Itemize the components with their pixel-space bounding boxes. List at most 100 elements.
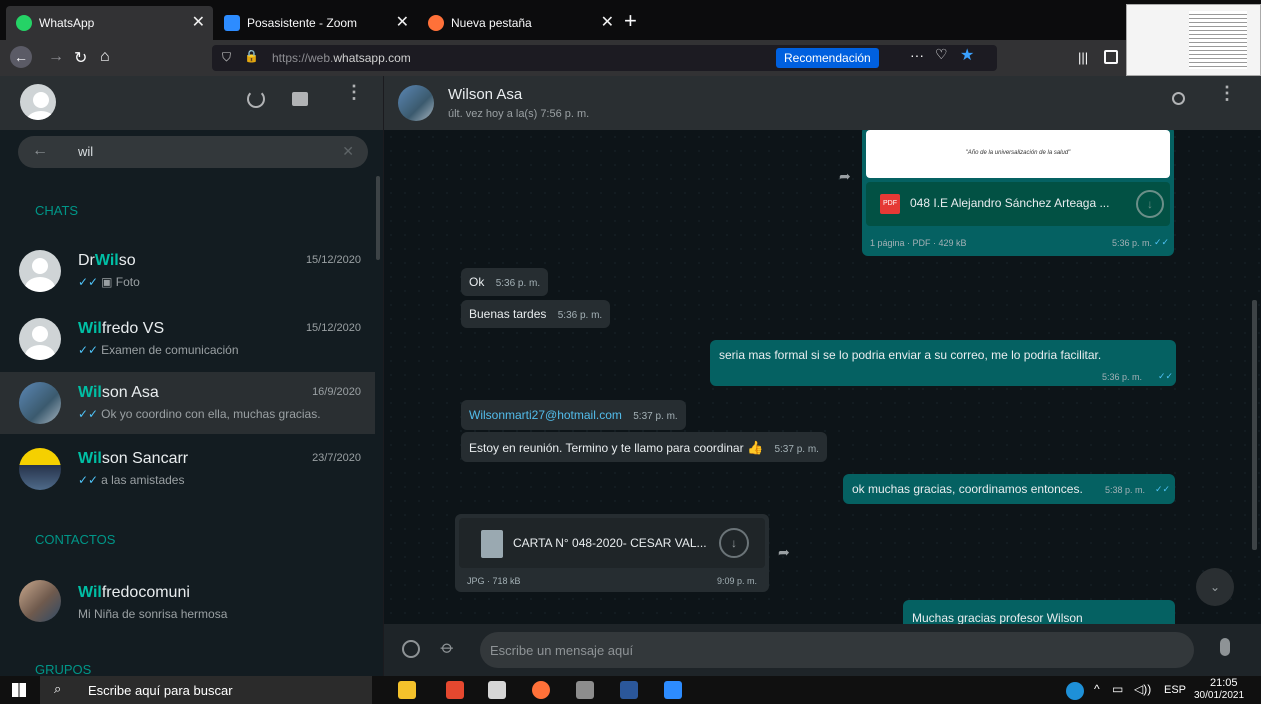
message-outgoing[interactable]: ok muchas gracias, coordinamos entonces.…	[843, 474, 1175, 504]
message-incoming[interactable]: Buenas tardes 5:36 p. m.	[461, 300, 611, 328]
shield-icon[interactable]: ⛉	[222, 50, 231, 65]
sidebar-icon[interactable]	[1104, 50, 1118, 64]
double-check-icon: ✓✓	[78, 473, 99, 487]
pdf-app-icon[interactable]	[446, 681, 464, 699]
forward-icon[interactable]: ➦	[839, 168, 851, 185]
pdf-icon: PDF	[880, 194, 900, 214]
close-tab-icon[interactable]: ✕	[396, 15, 409, 31]
forward-icon[interactable]: ➦	[778, 544, 790, 561]
home-icon[interactable]: ⌂	[100, 48, 110, 66]
taskbar: ⌕ Escribe aquí para buscar ^ ▭ ◁)) ESP 2…	[0, 676, 1261, 704]
file-message[interactable]: CARTA N° 048-2020- CESAR VAL... ↓ JPG · …	[455, 514, 769, 592]
pdf-message[interactable]: "Año de la universalización de la salud"…	[862, 130, 1174, 256]
bookmark-star-icon[interactable]: ★	[960, 45, 974, 65]
whatsapp-icon	[16, 15, 32, 31]
window-app-icon[interactable]	[488, 681, 506, 699]
status-icon[interactable]	[247, 90, 265, 108]
message-outgoing[interactable]: Muchas gracias profesor Wilson	[903, 600, 1175, 624]
download-icon[interactable]: ↓	[719, 528, 749, 558]
my-avatar[interactable]	[20, 84, 56, 120]
message-input[interactable]: Escribe un mensaje aquí	[480, 632, 1194, 668]
tab-zoom[interactable]: Posasistente - Zoom ✕	[214, 6, 417, 40]
avatar	[19, 448, 61, 490]
file-attachment[interactable]: CARTA N° 048-2020- CESAR VAL... ↓	[459, 518, 765, 568]
clock-time[interactable]: 21:05	[1210, 677, 1238, 689]
more-actions-icon[interactable]: ···	[910, 47, 924, 63]
chat-list-scrollbar[interactable]	[376, 176, 380, 260]
message-time: 5:37 p. m.	[774, 444, 819, 455]
zoom-icon[interactable]	[664, 681, 682, 699]
message-text: Buenas tardes	[469, 307, 547, 321]
lock-icon[interactable]: 🔒	[244, 49, 259, 63]
volume-icon[interactable]: ◁))	[1134, 682, 1151, 696]
document-thumbnail	[1126, 4, 1261, 76]
file-meta: JPG · 718 kB	[467, 576, 521, 586]
doc-time: 5:36 p. m.	[1112, 238, 1153, 248]
chat-item-wilson-sancarr[interactable]: Wilson Sancarr 23/7/2020 ✓✓ a las amistad…	[0, 438, 375, 500]
help-icon[interactable]	[1066, 682, 1084, 700]
message-time: 5:38 p. m.	[1105, 485, 1146, 495]
tray-chevron-icon[interactable]: ^	[1094, 682, 1100, 696]
tab-whatsapp[interactable]: WhatsApp ✕	[6, 6, 213, 40]
message-incoming[interactable]: Ok 5:36 p. m.	[461, 268, 549, 296]
chat-name: Wilson Sancarr	[78, 450, 189, 467]
menu-icon[interactable]: ⋮	[1218, 84, 1236, 102]
chat-item-wilfredo-vs[interactable]: Wilfredo VS 15/12/2020 ✓✓ Examen de comun…	[0, 308, 375, 370]
tab-new[interactable]: Nueva pestaña ✕	[418, 6, 622, 40]
search-icon[interactable]	[1172, 92, 1185, 105]
message-text: seria mas formal si se lo podria enviar …	[719, 348, 1102, 362]
last-seen: últ. vez hoy a la(s) 7:56 p. m.	[448, 108, 590, 120]
attach-icon[interactable]: ⌀	[436, 636, 459, 659]
doc-attachment[interactable]: PDF 048 I.E Alejandro Sánchez Arteaga ..…	[866, 182, 1170, 226]
message-list: "Año de la universalización de la salud"…	[384, 130, 1261, 624]
back-icon[interactable]: ←	[10, 46, 32, 68]
chat-last-message: ✓✓ a las amistades	[78, 473, 185, 487]
url-text[interactable]: https://web.whatsapp.com	[272, 51, 411, 65]
contact-avatar[interactable]	[398, 85, 434, 121]
pocket-icon[interactable]: ♡	[935, 46, 948, 63]
file-explorer-icon[interactable]	[398, 681, 416, 699]
recommendation-button[interactable]: Recomendación	[776, 48, 879, 68]
chat-last-message: ✓✓ ▣ Foto	[78, 275, 140, 289]
menu-icon[interactable]: ⋮	[345, 83, 363, 101]
forward-icon[interactable]: →	[48, 48, 64, 66]
download-icon[interactable]: ↓	[1136, 190, 1164, 218]
emoji-icon[interactable]	[402, 640, 420, 658]
library-icon[interactable]: |||	[1078, 50, 1088, 65]
message-outgoing[interactable]: seria mas formal si se lo podria enviar …	[710, 340, 1176, 386]
new-tab-button[interactable]: +	[624, 8, 637, 34]
conversation-header[interactable]: Wilson Asa últ. vez hoy a la(s) 7:56 p. …	[384, 76, 1261, 130]
chat-item-drwilso[interactable]: DrWilso 15/12/2020 ✓✓ ▣ Foto	[0, 240, 375, 302]
reload-icon[interactable]: ↻	[74, 48, 87, 68]
avatar	[19, 318, 61, 360]
url-bar[interactable]: ⛉ 🔒 https://web.whatsapp.com	[212, 45, 997, 71]
scroll-down-button[interactable]: ⌄	[1196, 568, 1234, 606]
back-arrow-icon[interactable]: ←	[32, 142, 48, 160]
language-indicator[interactable]: ESP	[1164, 684, 1186, 696]
chat-date: 15/12/2020	[305, 254, 361, 266]
message-incoming[interactable]: Estoy en reunión. Termino y te llamo par…	[461, 432, 827, 462]
firefox-icon[interactable]	[532, 681, 550, 699]
microphone-icon[interactable]	[1220, 638, 1230, 656]
double-check-icon: ✓✓	[78, 407, 99, 421]
close-tab-icon[interactable]: ✕	[192, 15, 205, 31]
doc-preview[interactable]: "Año de la universalización de la salud"	[866, 130, 1170, 178]
word-icon[interactable]	[620, 681, 638, 699]
firefox-icon	[428, 15, 444, 31]
search-icon: ⌕	[54, 681, 62, 696]
search-field[interactable]: ← wil ✕	[18, 136, 368, 168]
windows-start-icon[interactable]	[12, 683, 26, 697]
clock-date[interactable]: 30/01/2021	[1194, 690, 1244, 701]
chat-item-wilson-asa[interactable]: Wilson Asa 16/9/2020 ✓✓ Ok yo coordino co…	[0, 372, 375, 434]
contact-item-wilfredocomuni[interactable]: Wilfredocomuni Mi Niña de sonrisa hermos…	[0, 570, 375, 632]
message-incoming[interactable]: Wilsonmarti27@hotmail.com 5:37 p. m.	[461, 400, 686, 430]
email-link[interactable]: Wilsonmarti27@hotmail.com	[469, 408, 622, 422]
clear-search-icon[interactable]: ✕	[342, 143, 354, 160]
close-tab-icon[interactable]: ✕	[601, 15, 614, 31]
new-chat-icon[interactable]	[292, 92, 308, 106]
search-input[interactable]: wil	[78, 144, 93, 159]
network-icon[interactable]: ▭	[1112, 682, 1123, 696]
conversation-scrollbar[interactable]	[1252, 300, 1257, 550]
app-icon[interactable]	[576, 681, 594, 699]
taskbar-search[interactable]: ⌕ Escribe aquí para buscar	[40, 676, 372, 704]
